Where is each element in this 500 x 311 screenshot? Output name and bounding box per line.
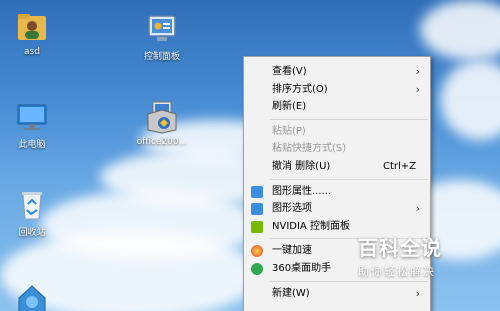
chevron-right-icon: › [415,286,420,300]
control-panel-icon [145,12,179,46]
menu-item-label: 粘贴(P) [272,125,306,137]
user-folder-icon [15,10,49,44]
desktop-icon-user-folder[interactable]: asd [0,10,64,57]
desktop-icon-partial[interactable] [0,278,64,311]
menu-item-label: 粘贴快捷方式(S) [272,143,347,155]
menu-item-sort[interactable]: 排序方式(O) › [244,81,430,99]
menu-item-label: 排序方式(O) [272,83,328,95]
desktop-icon-control-panel[interactable]: 控制面板 [130,12,194,62]
360-helper-icon [251,262,263,275]
menu-separator [270,178,428,180]
menu-item-graphics-options[interactable]: 图形选项 › [244,200,430,218]
menu-item-view[interactable]: 查看(V) › [244,63,430,81]
chevron-right-icon: › [415,65,420,78]
desktop-background[interactable]: asd 控制面板 此电脑 office200... 回收站 查看(V) › 排序… [0,0,500,311]
chevron-right-icon: › [415,202,420,216]
menu-item-paste-shortcut[interactable]: 粘贴快捷方式(S) [244,140,430,158]
menu-item-label: NVIDIA 控制面板 [272,220,350,232]
menu-separator [270,118,428,120]
intel-graphics-icon [251,185,263,198]
menu-item-label: 图形属性...... [272,185,332,197]
menu-item-label: 一键加速 [272,245,312,257]
intel-graphics-icon [251,203,263,216]
menu-item-label: 撤消 删除(U) [272,160,331,172]
menu-item-label: 图形选项 [272,203,312,215]
desktop-icon-label: 回收站 [18,228,46,238]
menu-item-shortcut: Ctrl+Z [382,160,416,172]
menu-item-refresh[interactable]: 刷新(E) [244,98,430,116]
nvidia-icon [251,220,263,233]
menu-item-label: 360桌面助手 [272,262,332,274]
menu-item-graphics-properties[interactable]: 图形属性...... [244,183,430,201]
menu-item-undo-delete[interactable]: 撤消 删除(U) Ctrl+Z [244,158,430,176]
network-globe-icon [15,278,49,311]
menu-item-label: 刷新(E) [272,101,307,113]
recycle-bin-icon [15,188,49,222]
desktop-icon-label: office200... [136,137,188,147]
watermark-subtitle: 助你轻松解决 [358,265,436,278]
installer-package-icon [145,100,179,134]
menu-item-new[interactable]: 新建(W) › [244,285,430,303]
menu-item-label: 查看(V) [272,66,307,77]
menu-item-paste[interactable]: 粘贴(P) [244,123,430,141]
menu-item-label: 新建(W) [272,287,310,299]
speedup-ball-icon [251,245,263,258]
baike-watermark: 百科全说 助你轻松解决 [358,232,472,284]
chevron-right-icon: › [415,82,420,96]
desktop-icon-office-installer[interactable]: office200... [130,100,194,147]
desktop-icon-this-pc[interactable]: 此电脑 [0,100,64,150]
desktop-icon-label: 此电脑 [18,140,46,150]
computer-monitor-icon [15,100,49,134]
desktop-icon-label: asd [24,47,40,57]
desktop-icon-recycle-bin[interactable]: 回收站 [0,188,64,238]
watermark-title: 百科全说 [358,236,442,260]
desktop-icon-label: 控制面板 [143,52,180,62]
